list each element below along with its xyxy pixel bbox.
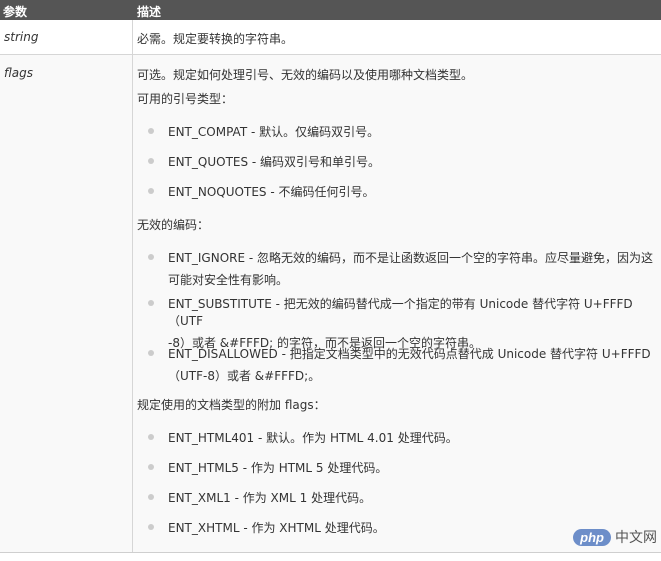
list-item-text: ENT_DISALLOWED - 把指定文档类型中的无效代码点替代成 Unico… bbox=[168, 347, 651, 361]
list-item-text: ENT_QUOTES - 编码双引号和单引号。 bbox=[168, 155, 381, 169]
list-item-text: （UTF-8）或者 &#FFFD;。 bbox=[168, 369, 321, 383]
list-item: ENT_DISALLOWED - 把指定文档类型中的无效代码点替代成 Unico… bbox=[148, 345, 651, 384]
header-param: 参数 bbox=[3, 5, 28, 19]
list-item: ENT_HTML5 - 作为 HTML 5 处理代码。 bbox=[148, 459, 388, 476]
invalid-encoding-title: 无效的编码： bbox=[137, 218, 210, 232]
list-item-text: 可能对安全性有影响。 bbox=[168, 273, 289, 287]
list-item-text: ENT_NOQUOTES - 不编码任何引号。 bbox=[168, 185, 375, 199]
list-item: ENT_QUOTES - 编码双引号和单引号。 bbox=[148, 153, 381, 170]
list-item-text: ENT_XHTML - 作为 XHTML 处理代码。 bbox=[168, 521, 385, 535]
table-header: 参数 描述 bbox=[0, 0, 661, 20]
list-item: ENT_COMPAT - 默认。仅编码双引号。 bbox=[148, 123, 380, 140]
list-item: ENT_SUBSTITUTE - 把无效的编码替代成一个指定的带有 Unicod… bbox=[148, 295, 661, 351]
list-item: ENT_NOQUOTES - 不编码任何引号。 bbox=[148, 183, 375, 200]
quote-types-title: 可用的引号类型： bbox=[137, 92, 234, 106]
list-item: ENT_HTML401 - 默认。作为 HTML 4.01 处理代码。 bbox=[148, 429, 458, 446]
bullet-icon bbox=[148, 434, 154, 440]
list-item-text: ENT_XML1 - 作为 XML 1 处理代码。 bbox=[168, 491, 372, 505]
header-desc: 描述 bbox=[137, 5, 162, 19]
bullet-icon bbox=[148, 300, 154, 306]
list-item-text: ENT_IGNORE - 忽略无效的编码，而不是让函数返回一个空的字符串。应尽量… bbox=[168, 251, 654, 265]
bullet-icon bbox=[148, 464, 154, 470]
watermark: php 中文网 bbox=[573, 527, 657, 547]
bullet-icon bbox=[148, 254, 154, 260]
table-row: flags 可选。规定如何处理引号、无效的编码以及使用哪种文档类型。 可用的引号… bbox=[0, 55, 661, 553]
list-item-text: ENT_HTML5 - 作为 HTML 5 处理代码。 bbox=[168, 461, 388, 475]
bullet-icon bbox=[148, 494, 154, 500]
php-logo: php bbox=[573, 528, 611, 546]
flags-intro: 可选。规定如何处理引号、无效的编码以及使用哪种文档类型。 bbox=[137, 68, 474, 82]
bullet-icon bbox=[148, 188, 154, 194]
doctype-flags-title: 规定使用的文档类型的附加 flags： bbox=[137, 398, 326, 412]
list-item-text: ENT_SUBSTITUTE - 把无效的编码替代成一个指定的带有 Unicod… bbox=[168, 297, 633, 328]
param-cell: string bbox=[0, 20, 133, 54]
bullet-icon bbox=[148, 350, 154, 356]
list-item-text: ENT_HTML401 - 默认。作为 HTML 4.01 处理代码。 bbox=[168, 431, 458, 445]
list-item: ENT_XML1 - 作为 XML 1 处理代码。 bbox=[148, 489, 372, 506]
param-name: string bbox=[4, 30, 39, 44]
table-row: string 必需。规定要转换的字符串。 bbox=[0, 20, 661, 55]
bullet-icon bbox=[148, 524, 154, 530]
list-item: ENT_IGNORE - 忽略无效的编码，而不是让函数返回一个空的字符串。应尽量… bbox=[148, 249, 654, 288]
list-item: ENT_XHTML - 作为 XHTML 处理代码。 bbox=[148, 519, 385, 536]
param-cell: flags bbox=[0, 55, 133, 552]
bullet-icon bbox=[148, 128, 154, 134]
param-name: flags bbox=[4, 66, 33, 80]
watermark-text: 中文网 bbox=[615, 530, 657, 546]
bullet-icon bbox=[148, 158, 154, 164]
params-table: 参数 描述 string 必需。规定要转换的字符串。 flags 可选。规定如何… bbox=[0, 0, 661, 553]
list-item-text: ENT_COMPAT - 默认。仅编码双引号。 bbox=[168, 125, 380, 139]
param-desc: 必需。规定要转换的字符串。 bbox=[137, 32, 294, 46]
